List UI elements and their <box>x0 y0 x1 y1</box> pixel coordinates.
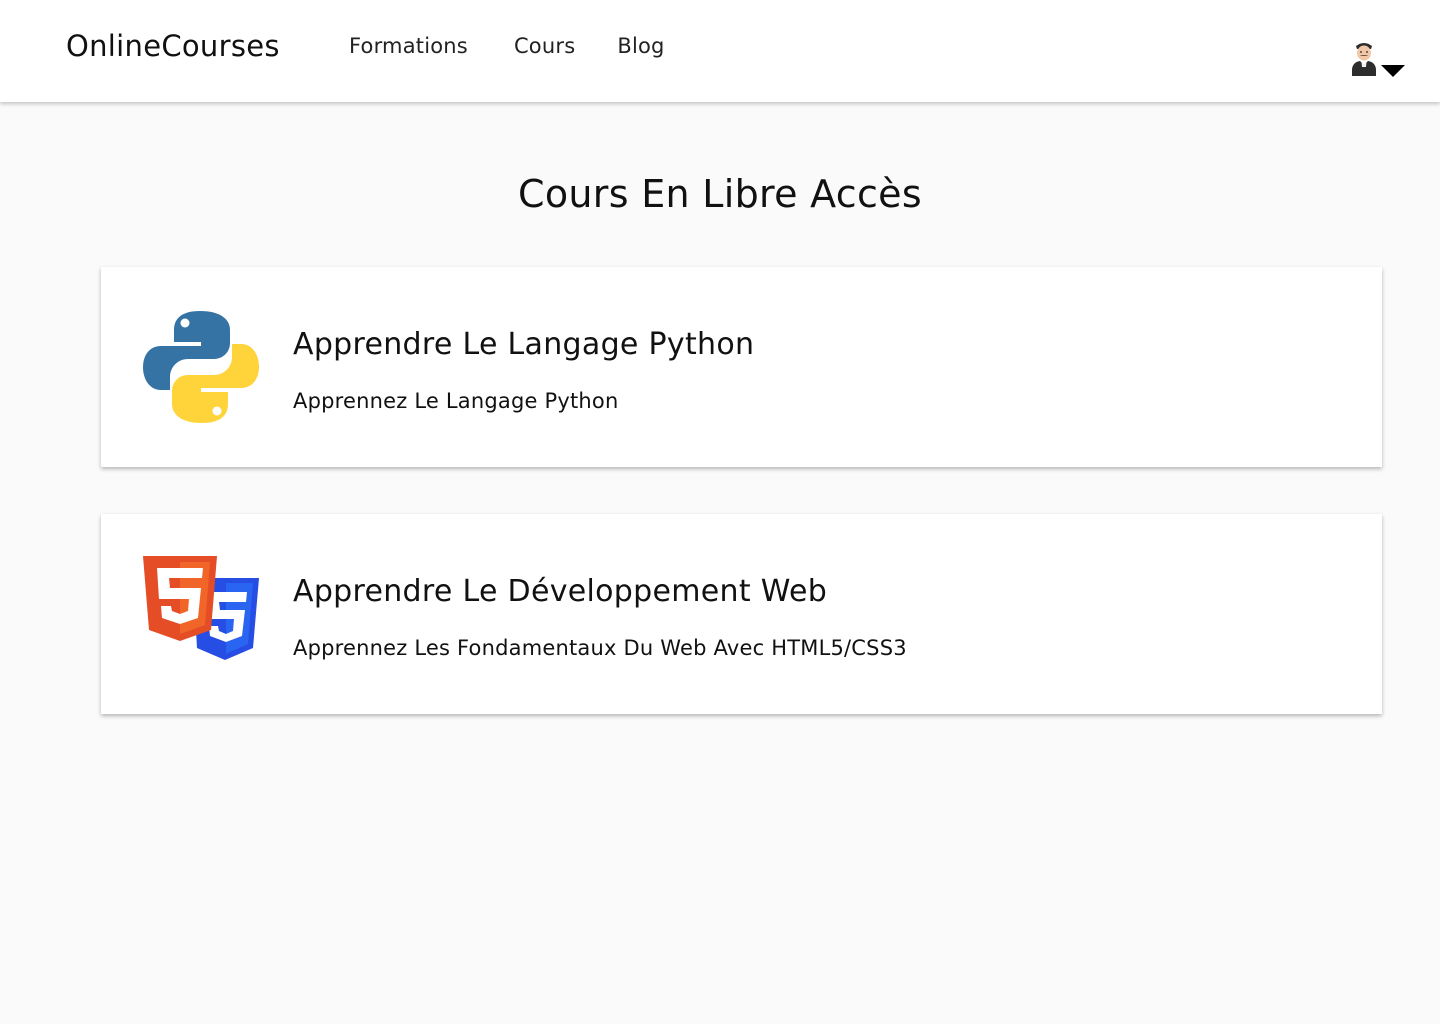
avatar-icon <box>1352 43 1376 76</box>
page-title: Cours En Libre Accès <box>518 172 922 216</box>
chevron-down-icon <box>1381 65 1405 77</box>
course-card-web-development[interactable]: Apprendre Le Développement Web Apprennez… <box>101 514 1382 714</box>
course-description: Apprennez Le Langage Python <box>293 389 619 413</box>
nav-link-formations[interactable]: Formations <box>349 34 468 58</box>
course-title[interactable]: Apprendre Le Développement Web <box>293 574 827 609</box>
main-nav: Formations Cours Blog <box>349 34 665 58</box>
nav-link-cours[interactable]: Cours <box>514 34 575 58</box>
html5-css3-logo-icon <box>143 556 259 660</box>
user-menu-button[interactable] <box>1349 40 1409 80</box>
brand-logo-link[interactable]: OnlineCourses <box>66 29 280 63</box>
course-card-python[interactable]: Apprendre Le Langage Python Apprennez Le… <box>101 267 1382 467</box>
course-title[interactable]: Apprendre Le Langage Python <box>293 327 754 362</box>
top-navigation-bar: OnlineCourses Formations Cours Blog <box>0 0 1440 102</box>
course-description: Apprennez Les Fondamentaux Du Web Avec H… <box>293 636 907 660</box>
python-logo-icon <box>143 311 259 423</box>
nav-link-blog[interactable]: Blog <box>617 34 664 58</box>
